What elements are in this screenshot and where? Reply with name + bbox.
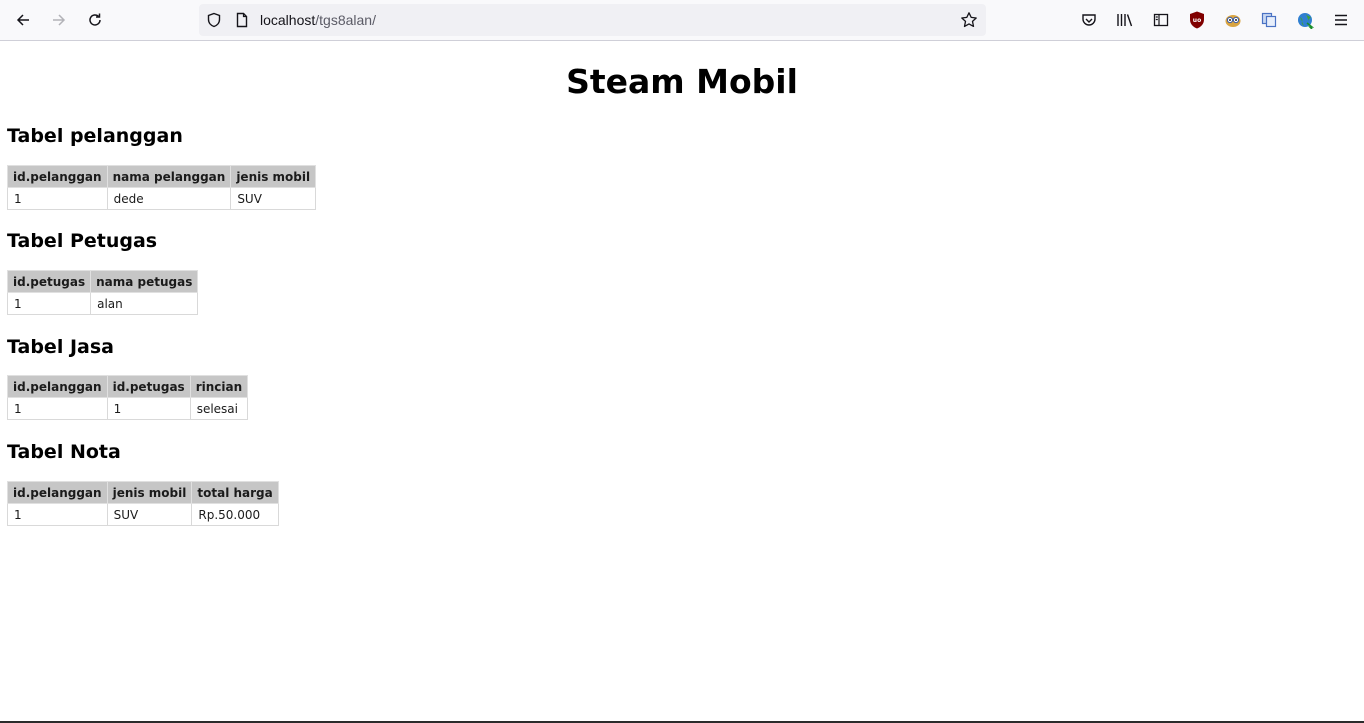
column-header: id.pelanggan: [7, 165, 108, 188]
table-header-row: id.petugas nama petugas: [6, 270, 199, 293]
column-header: jenis mobil: [230, 165, 317, 188]
table-cell: Rp.50.000: [191, 503, 279, 526]
table-petugas: id.petugas nama petugas 1 alan: [6, 270, 199, 315]
column-header: id.petugas: [6, 270, 92, 293]
table-cell: dede: [106, 187, 232, 210]
reload-button[interactable]: [81, 6, 109, 34]
extension-globe-button[interactable]: [1291, 6, 1319, 34]
back-icon: [16, 14, 29, 26]
table-row: 1 dede SUV: [7, 187, 317, 210]
table-cell: 1: [6, 292, 92, 315]
sidebar-icon: [1153, 13, 1169, 27]
column-header: nama petugas: [90, 270, 199, 293]
page-icon[interactable]: [234, 12, 250, 28]
pocket-button[interactable]: [1075, 6, 1103, 34]
extension-globe-icon: [1298, 13, 1314, 29]
column-header: id.pelanggan: [7, 481, 108, 504]
table-cell: SUV: [106, 503, 193, 526]
table-cell: alan: [90, 292, 199, 315]
table-pelanggan: id.pelanggan nama pelanggan jenis mobil …: [7, 165, 317, 210]
url-path: /tgs8alan/: [315, 12, 376, 28]
table-row: 1 alan: [6, 292, 199, 315]
page-title: Steam Mobil: [566, 62, 798, 101]
url-text[interactable]: localhost/tgs8alan/: [260, 4, 376, 36]
table-nota: id.pelanggan jenis mobil total harga 1 S…: [7, 481, 279, 526]
table-jasa: id.pelanggan id.petugas rincian 1 1 sele…: [7, 375, 249, 420]
table-header-row: id.pelanggan id.petugas rincian: [7, 375, 249, 398]
table-row: 1 1 selesai: [7, 397, 249, 420]
table-header-row: id.pelanggan jenis mobil total harga: [7, 481, 279, 504]
library-icon: [1117, 14, 1133, 27]
column-header: rincian: [189, 375, 249, 398]
table-header-row: id.pelanggan nama pelanggan jenis mobil: [7, 165, 317, 188]
shield-icon[interactable]: [206, 12, 222, 28]
reload-icon: [89, 13, 101, 26]
ublock-icon: uo: [1190, 11, 1204, 29]
extension-owl-icon: [1225, 15, 1241, 27]
page-content: Steam Mobil Tabel pelanggan id.pelanggan…: [0, 41, 1364, 723]
column-header: jenis mobil: [106, 481, 193, 504]
extension-owl-button[interactable]: [1219, 6, 1247, 34]
column-header: id.petugas: [106, 375, 191, 398]
url-bar[interactable]: localhost/tgs8alan/: [199, 4, 986, 36]
column-header: total harga: [191, 481, 279, 504]
star-icon[interactable]: [960, 11, 978, 29]
url-host: localhost: [260, 12, 316, 28]
pocket-icon: [1082, 14, 1096, 26]
section-title-pelanggan: Tabel pelanggan: [7, 125, 183, 147]
table-cell: selesai: [189, 397, 249, 420]
column-header: id.pelanggan: [7, 375, 108, 398]
table-cell: SUV: [230, 187, 317, 210]
section-title-petugas: Tabel Petugas: [7, 230, 158, 252]
extension-copy-button[interactable]: [1255, 6, 1283, 34]
sidebar-button[interactable]: [1147, 6, 1175, 34]
forward-icon: [53, 14, 66, 26]
table-cell: 1: [7, 503, 108, 526]
browser-toolbar: localhost/tgs8alan/ uo: [0, 0, 1364, 41]
menu-button[interactable]: [1327, 6, 1355, 34]
back-button[interactable]: [9, 6, 37, 34]
extension-copy-icon: [1261, 12, 1277, 28]
ublock-button[interactable]: uo: [1183, 6, 1211, 34]
menu-icon: [1335, 14, 1347, 26]
forward-button[interactable]: [45, 6, 73, 34]
section-title-jasa: Tabel Jasa: [7, 336, 114, 358]
library-button[interactable]: [1111, 6, 1139, 34]
section-title-nota: Tabel Nota: [7, 441, 121, 463]
svg-text:uo: uo: [1193, 17, 1201, 24]
table-cell: 1: [106, 397, 191, 420]
table-cell: 1: [7, 397, 108, 420]
table-row: 1 SUV Rp.50.000: [7, 503, 279, 526]
table-cell: 1: [7, 187, 108, 210]
column-header: nama pelanggan: [106, 165, 232, 188]
